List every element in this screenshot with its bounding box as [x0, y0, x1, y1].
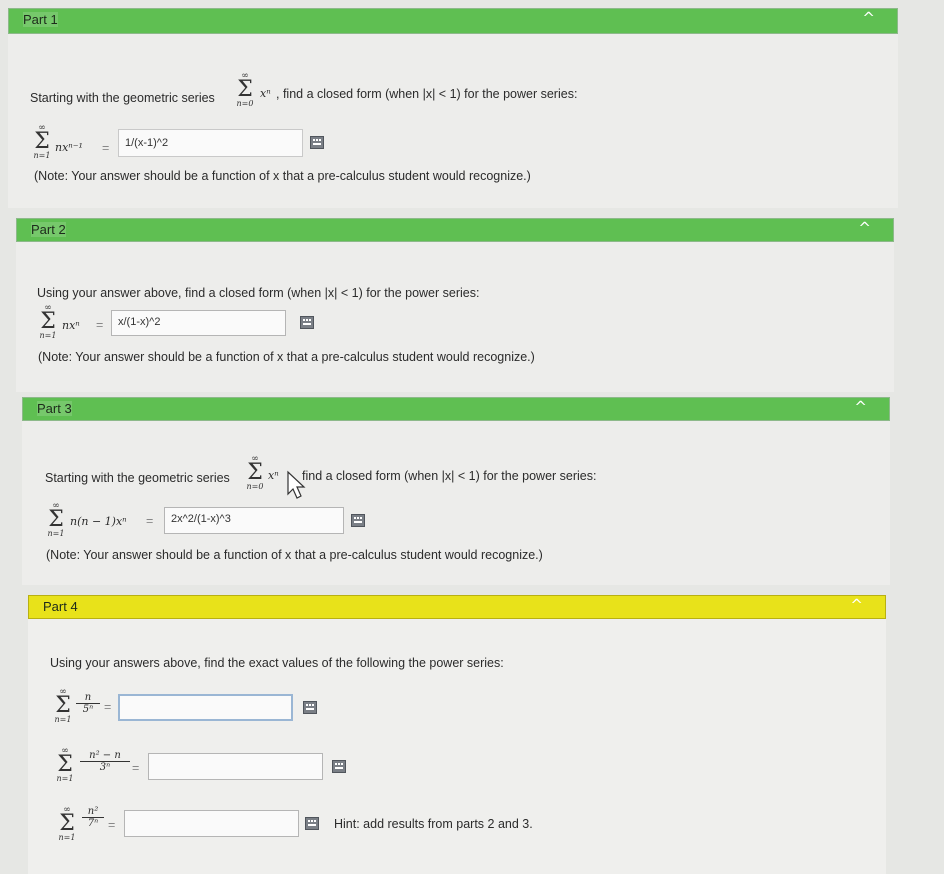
part1-series-term: nxⁿ⁻¹: [55, 141, 83, 154]
part2-series-term: nxⁿ: [62, 319, 80, 332]
part4-q1-numerator: n: [76, 692, 100, 704]
part3-header[interactable]: Part 3 ^: [22, 397, 890, 421]
part4-q3-numerator: n²: [82, 806, 104, 818]
part4-q1-equals: =: [104, 700, 112, 714]
part4-intro: Using your answers above, find the exact…: [50, 656, 504, 670]
part2-note: (Note: Your answer should be a function …: [38, 350, 535, 364]
part3-note: (Note: Your answer should be a function …: [46, 548, 543, 562]
chevron-up-icon[interactable]: ^: [862, 9, 875, 27]
part3-intro-a: Starting with the geometric series: [45, 471, 230, 485]
part1-header[interactable]: Part 1 ^: [8, 8, 898, 34]
keyboard-icon[interactable]: [332, 760, 346, 773]
part3-answer-input[interactable]: 2x^2/(1-x)^3: [164, 507, 344, 534]
part4-q1-sigma: ∞ Σn=1: [54, 687, 72, 724]
part4-q1-fraction: n 5ⁿ: [76, 692, 100, 715]
part3-intro-b: find a closed form (when |x| < 1) for th…: [302, 469, 597, 483]
chevron-up-icon[interactable]: ^: [850, 596, 863, 614]
keyboard-icon[interactable]: [351, 514, 365, 527]
part4-q3-denominator: 7ⁿ: [87, 818, 99, 829]
part4-q3-equals: =: [108, 818, 116, 832]
part4-q3-fraction: n² 7ⁿ: [82, 806, 104, 829]
part4-q2-numerator: n² − n: [80, 750, 130, 762]
part2-header-label: Part 2: [31, 222, 66, 237]
part1-equals: =: [102, 141, 110, 155]
part2-series-sigma: ∞ Σn=1: [39, 303, 57, 340]
part1-series-sigma: ∞ Σn=1: [33, 123, 51, 160]
part2-panel: Part 2 ^: [16, 218, 894, 392]
part1-intro-a: Starting with the geometric series: [30, 91, 215, 105]
part1-note: (Note: Your answer should be a function …: [34, 169, 531, 183]
part4-q1-answer-input[interactable]: [118, 694, 293, 721]
part2-equals: =: [96, 318, 104, 332]
chevron-up-icon[interactable]: ^: [854, 398, 867, 416]
part1-header-label: Part 1: [23, 12, 58, 27]
part4-q2-denominator: 3ⁿ: [99, 762, 111, 773]
keyboard-icon[interactable]: [300, 316, 314, 329]
keyboard-icon[interactable]: [303, 701, 317, 714]
part3-header-label: Part 3: [37, 401, 72, 416]
part4-q2-fraction: n² − n 3ⁿ: [80, 750, 130, 773]
part3-series-term: n(n − 1)xⁿ: [70, 515, 127, 528]
part4-header-label: Part 4: [43, 599, 78, 614]
part4-header[interactable]: Part 4 ^: [28, 595, 886, 619]
part3-geo-sigma: ∞ Σn=0: [246, 454, 264, 491]
part4-q2-sigma: ∞ Σn=1: [56, 746, 74, 783]
part4-q3-answer-input[interactable]: [124, 810, 299, 837]
part4-q2-equals: =: [132, 761, 140, 775]
keyboard-icon[interactable]: [310, 136, 324, 149]
part4-hint: Hint: add results from parts 2 and 3.: [334, 817, 533, 831]
part3-series-sigma: ∞ Σn=1: [47, 501, 65, 538]
part4-q2-answer-input[interactable]: [148, 753, 323, 780]
part2-answer-input[interactable]: x/(1-x)^2: [111, 310, 286, 336]
keyboard-icon[interactable]: [305, 817, 319, 830]
chevron-up-icon[interactable]: ^: [858, 219, 871, 237]
part1-geo-term: xⁿ: [260, 87, 271, 100]
mouse-cursor-icon: [287, 470, 306, 499]
part4-q1-denominator: 5ⁿ: [82, 704, 94, 715]
part1-intro-b: , find a closed form (when |x| < 1) for …: [276, 87, 578, 101]
part2-header[interactable]: Part 2 ^: [16, 218, 894, 242]
part4-q3-sigma: ∞ Σn=1: [58, 805, 76, 842]
part1-answer-input[interactable]: 1/(x-1)^2: [118, 129, 303, 157]
part2-intro: Using your answer above, find a closed f…: [37, 286, 480, 300]
part3-geo-term: xⁿ: [268, 469, 279, 482]
part1-geo-sigma: ∞ Σn=0: [236, 71, 254, 108]
part3-equals: =: [146, 514, 154, 528]
